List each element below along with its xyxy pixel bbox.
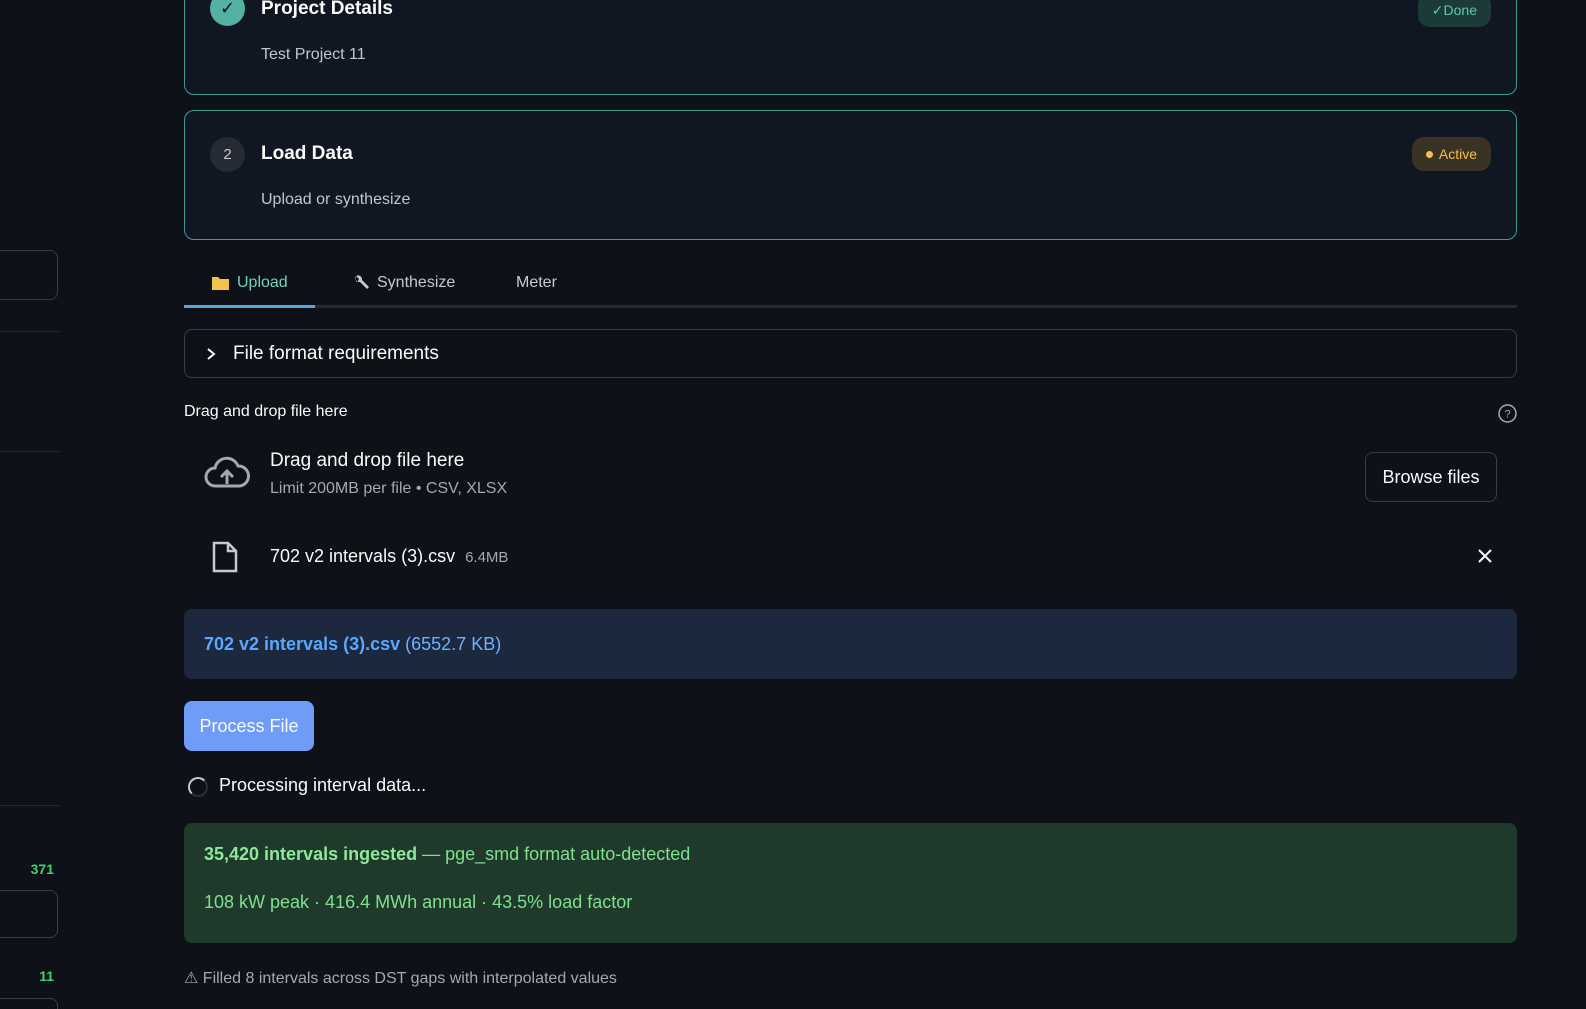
sidebar-divider xyxy=(0,451,59,452)
uploaded-file-size: 6.4MB xyxy=(465,549,509,566)
sidebar-divider xyxy=(0,805,59,806)
app-page: 371 11 ✓ Project Details Test Project 11… xyxy=(0,0,1586,1009)
tab-active-indicator xyxy=(184,305,315,308)
step-subtitle: Upload or synthesize xyxy=(261,191,411,208)
uploader-label: Drag and drop file here xyxy=(184,403,348,420)
remove-file-close-icon[interactable] xyxy=(1477,548,1493,569)
tab-upload[interactable]: Upload xyxy=(184,258,315,308)
sidebar-input[interactable] xyxy=(0,890,58,938)
expander-label: File format requirements xyxy=(233,342,439,364)
dropzone[interactable]: Drag and drop file here Limit 200MB per … xyxy=(270,450,507,498)
dst-warning-caption: ⚠ Filled 8 intervals across DST gaps wit… xyxy=(184,970,617,987)
cloud-upload-icon xyxy=(203,456,251,497)
success-detail: — pge_smd format auto-detected xyxy=(417,844,691,864)
status-badge-label: Active xyxy=(1438,146,1477,162)
uploaded-file-name: 702 v2 intervals (3).csv xyxy=(270,546,456,566)
step-subtitle: Test Project 11 xyxy=(261,46,366,63)
dropzone-title: Drag and drop file here xyxy=(270,450,465,471)
tab-bar: Upload Synthesize Meter xyxy=(184,258,1517,308)
chevron-right-icon xyxy=(205,347,217,361)
sidebar-count: 371 xyxy=(30,861,54,877)
tab-label: Upload xyxy=(237,274,288,291)
sidebar-input[interactable] xyxy=(0,998,58,1009)
info-file-name: 702 v2 intervals (3).csv xyxy=(204,633,401,654)
tab-label: Meter xyxy=(516,274,557,291)
success-count: 35,420 intervals ingested xyxy=(204,844,418,864)
tab-synthesize[interactable]: Synthesize xyxy=(353,258,455,308)
sidebar-divider xyxy=(0,331,59,332)
svg-text:?: ? xyxy=(1504,409,1510,421)
check-icon: ✓ xyxy=(210,0,245,26)
tab-meter[interactable]: Meter xyxy=(516,258,557,308)
dropzone-limit: Limit 200MB per file • CSV, XLSX xyxy=(270,480,508,497)
step-number: 2 xyxy=(210,137,245,172)
sidebar-input[interactable] xyxy=(0,250,58,300)
sidebar-count: 11 xyxy=(39,968,54,984)
success-stats: 108 kW peak · 416.4 MWh annual · 43.5% l… xyxy=(204,892,633,912)
process-file-button[interactable]: Process File xyxy=(184,701,314,751)
help-icon[interactable]: ? xyxy=(1498,404,1517,428)
spinner-icon xyxy=(188,777,208,797)
folder-icon xyxy=(211,275,230,291)
file-icon xyxy=(212,541,238,578)
file-format-expander[interactable]: File format requirements xyxy=(184,329,1517,378)
step-title: Project Details xyxy=(261,0,393,19)
tab-label: Synthesize xyxy=(377,274,456,291)
step-card-project-details: ✓ Project Details Test Project 11 ✓Done xyxy=(184,0,1517,95)
step-card-load-data: 2 Load Data Upload or synthesize Active xyxy=(184,110,1517,240)
status-badge-active: Active xyxy=(1411,137,1491,171)
status-badge-done: ✓Done xyxy=(1417,0,1491,27)
wrench-icon xyxy=(353,274,370,292)
file-info-alert: 702 v2 intervals (3).csv (6552.7 KB) xyxy=(184,609,1517,679)
step-title: Load Data xyxy=(261,143,353,164)
success-summary: 35,420 intervals ingested — pge_smd form… xyxy=(204,844,1497,865)
browse-files-button[interactable]: Browse files xyxy=(1365,452,1497,502)
spinner-text: Processing interval data... xyxy=(219,775,427,795)
uploaded-file: 702 v2 intervals (3).csv 6.4MB xyxy=(270,546,508,567)
success-alert: 35,420 intervals ingested — pge_smd form… xyxy=(184,823,1517,943)
status-dot-icon xyxy=(1425,150,1433,158)
info-file-size: (6552.7 KB) xyxy=(405,633,502,654)
